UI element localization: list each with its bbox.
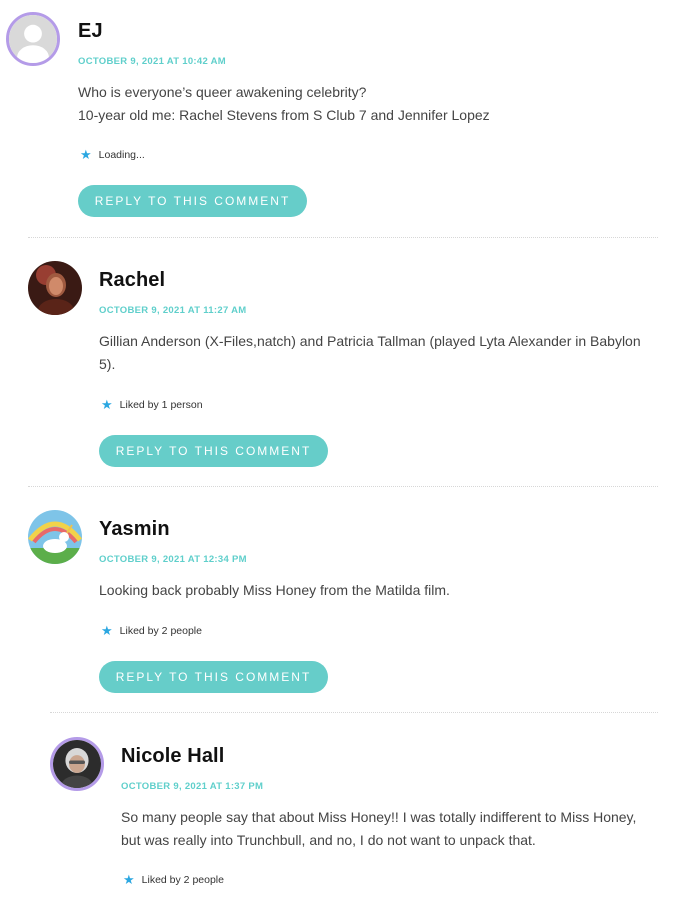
like-text: Liked by 2 people (141, 873, 224, 886)
reply-button[interactable]: REPLY TO THIS COMMENT (99, 435, 328, 467)
comment-divider (28, 237, 658, 238)
comment-text-line: So many people say that about Miss Honey… (121, 809, 637, 825)
like-status: ★ Liked by 2 people (123, 873, 224, 886)
like-status: ★ Loading... (80, 148, 145, 161)
star-icon[interactable]: ★ (80, 148, 92, 161)
like-text: Liked by 1 person (119, 398, 203, 411)
comment-text: Looking back probably Miss Honey from th… (99, 579, 450, 602)
comment-author[interactable]: Rachel (99, 269, 165, 292)
default-avatar-icon (9, 15, 57, 63)
comment-text-line: but was really into Trunchbull, and no, … (121, 832, 536, 848)
comment-text: Who is everyone’s queer awakening celebr… (78, 81, 490, 127)
comment-divider (28, 486, 658, 487)
avatar-ej[interactable] (6, 12, 60, 66)
comment-author[interactable]: Nicole Hall (121, 745, 224, 768)
like-status: ★ Liked by 1 person (101, 398, 203, 411)
reply-button[interactable]: REPLY TO THIS COMMENT (99, 661, 328, 693)
star-icon[interactable]: ★ (123, 873, 135, 886)
comment-date[interactable]: OCTOBER 9, 2021 AT 12:34 PM (99, 554, 247, 565)
comment-text: Gillian Anderson (X-Files,natch) and Pat… (99, 330, 641, 376)
comment-text-line: Who is everyone’s queer awakening celebr… (78, 84, 367, 100)
comment-text-line: Gillian Anderson (X-Files,natch) and Pat… (99, 333, 641, 349)
comment-date[interactable]: OCTOBER 9, 2021 AT 10:42 AM (78, 56, 226, 67)
star-icon[interactable]: ★ (101, 624, 113, 637)
user-photo-icon (28, 261, 82, 315)
comment-date[interactable]: OCTOBER 9, 2021 AT 11:27 AM (99, 305, 246, 316)
comment-text: So many people say that about Miss Honey… (121, 806, 636, 852)
comment-text-line: 5). (99, 356, 116, 372)
avatar-rachel[interactable] (28, 261, 82, 315)
avatar-yasmin[interactable] (28, 510, 82, 564)
like-text: Loading... (98, 148, 145, 161)
comment-text-line: Looking back probably Miss Honey from th… (99, 582, 450, 598)
comment-divider (50, 712, 658, 713)
comment-text-line: 10-year old me: Rachel Stevens from S Cl… (78, 107, 490, 123)
avatar-nicole-hall[interactable] (50, 737, 104, 791)
like-status: ★ Liked by 2 people (101, 624, 202, 637)
user-photo-icon (53, 740, 101, 788)
star-icon[interactable]: ★ (101, 398, 113, 411)
like-text: Liked by 2 people (119, 624, 202, 637)
comment-author[interactable]: EJ (78, 20, 103, 43)
reply-button[interactable]: REPLY TO THIS COMMENT (78, 185, 307, 217)
comment-author[interactable]: Yasmin (99, 518, 170, 541)
comment-date[interactable]: OCTOBER 9, 2021 AT 1:37 PM (121, 781, 263, 792)
unicorn-avatar-icon (28, 510, 82, 564)
